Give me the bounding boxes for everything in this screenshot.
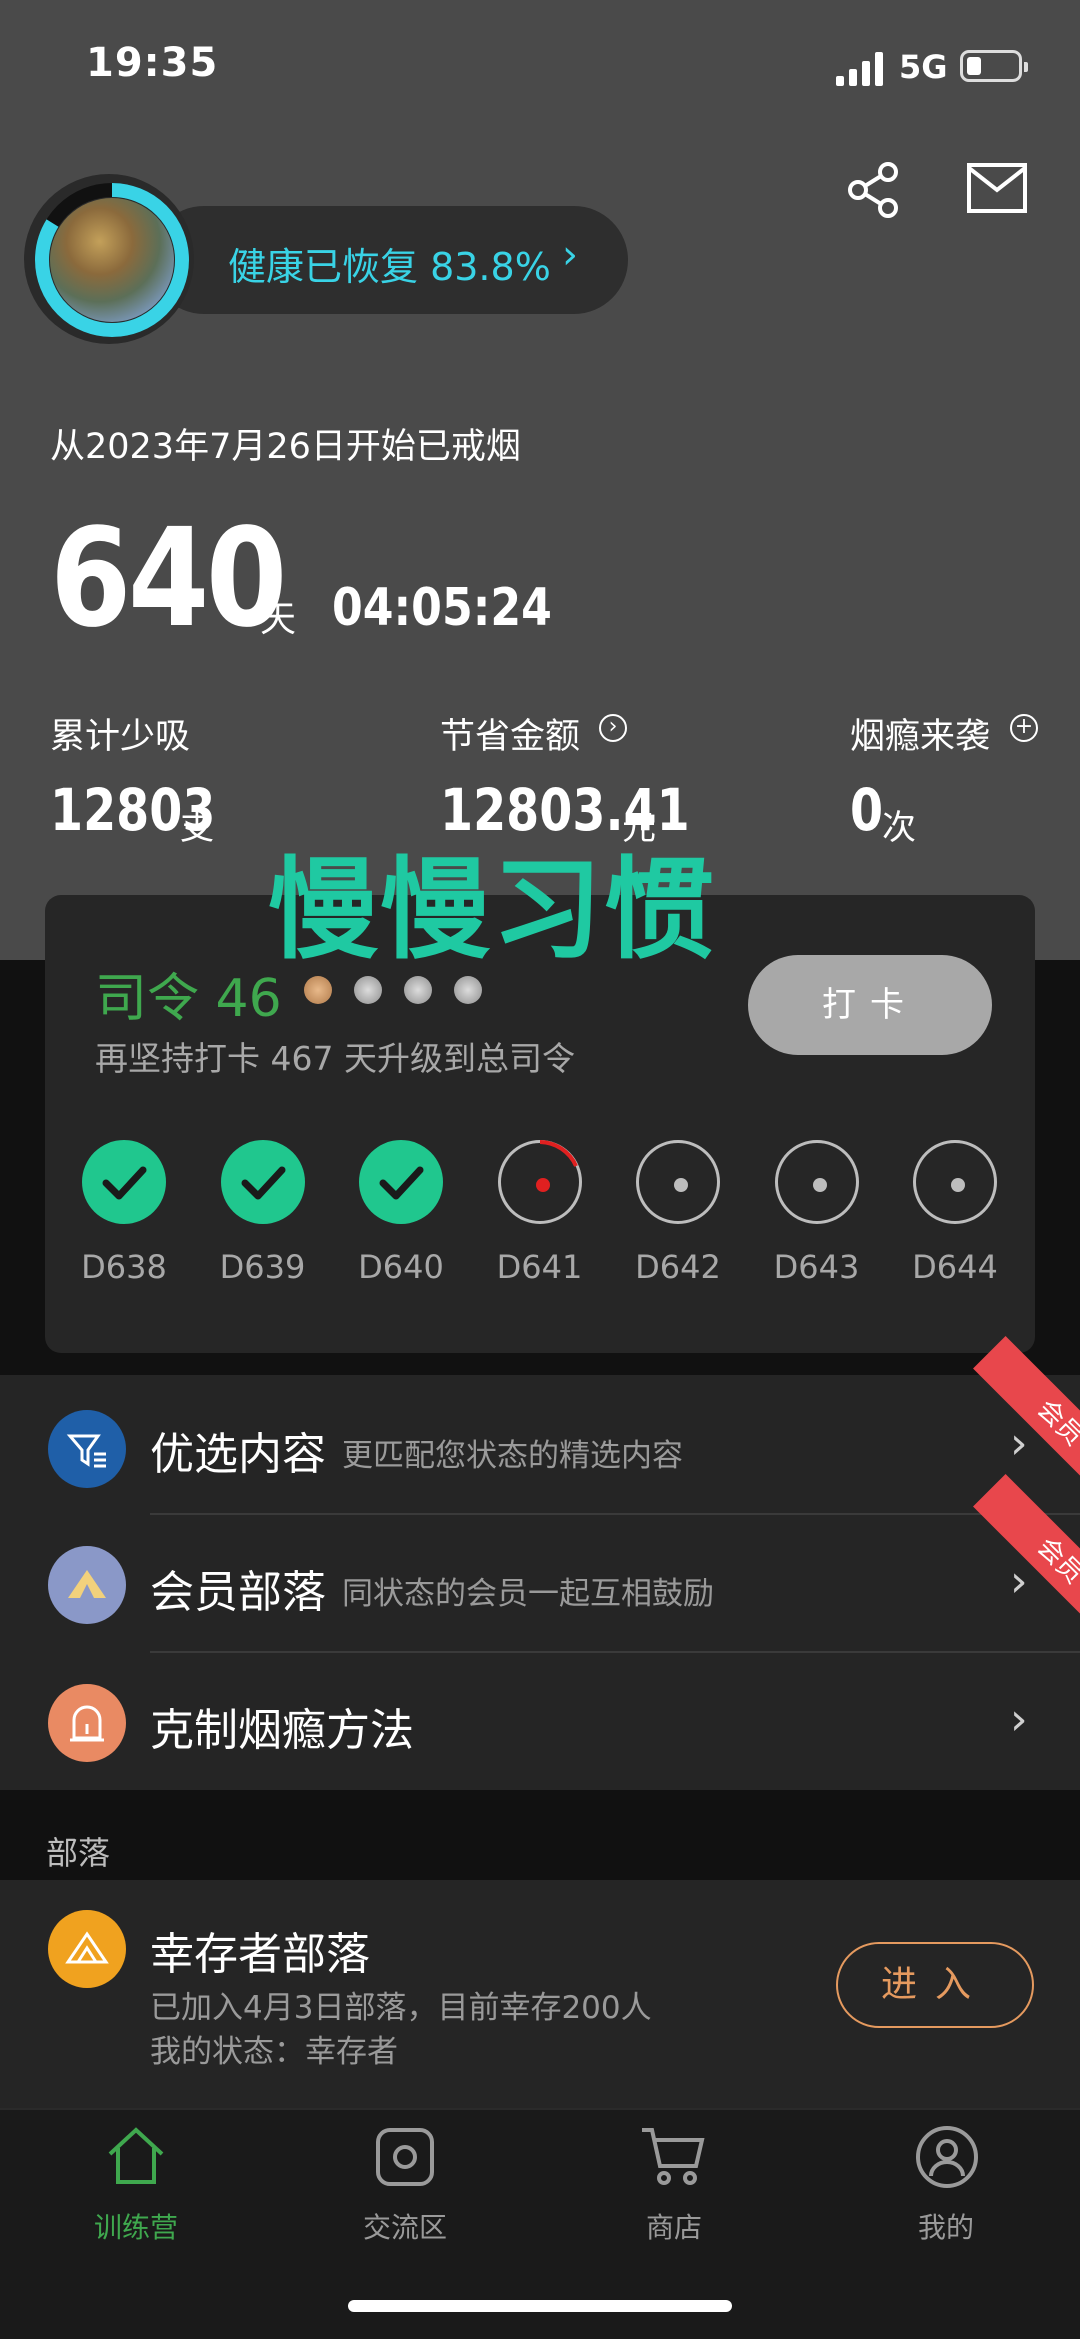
checkin-day-current: [497, 1140, 582, 1224]
bronze-medal-icon: [304, 976, 332, 1004]
tab-label[interactable]: 训练营: [56, 2206, 216, 2246]
checkin-day-label: D641: [496, 1248, 583, 1286]
stat-label[interactable]: 节省金额: [440, 708, 580, 759]
checkin-day-done: [82, 1140, 166, 1224]
tab-label[interactable]: 我的: [866, 2206, 1026, 2246]
rank-title: 司令 46: [95, 969, 282, 1029]
mail-icon[interactable]: [966, 162, 1028, 214]
overlay-caption: 慢慢习惯: [268, 846, 716, 974]
menu-item-title[interactable]: 克制烟瘾方法: [150, 1694, 414, 1758]
checkin-day-label: D640: [358, 1248, 444, 1286]
checkin-day-label: D638: [81, 1248, 167, 1286]
chevron-right-icon[interactable]: ›: [1010, 1418, 1028, 1469]
stat-value: 0: [850, 776, 884, 844]
quit-days-count: 640: [50, 500, 287, 658]
signal-icon: [836, 52, 883, 86]
checkin-day-label: D639: [219, 1248, 306, 1286]
menu-item-title[interactable]: 会员部落: [150, 1556, 326, 1620]
menu-item-title[interactable]: 优选内容: [150, 1418, 326, 1482]
divider: [150, 1513, 1080, 1515]
checkin-day-label: D644: [912, 1248, 998, 1286]
checkin-button[interactable]: 打卡: [748, 955, 992, 1055]
tab-label[interactable]: 商店: [594, 2206, 754, 2246]
checkin-day-todo: [774, 1140, 859, 1224]
quit-since-text: 从2023年7月26日开始已戒烟: [50, 427, 521, 467]
enter-tribe-button[interactable]: 进入: [836, 1942, 1034, 2028]
home-indicator: [348, 2300, 732, 2312]
checkin-day-todo: [636, 1140, 720, 1224]
home-icon[interactable]: [104, 2124, 168, 2188]
alarm-light-icon: [48, 1684, 126, 1762]
checkin-day-done: [220, 1140, 305, 1224]
arrow-right-circle-icon[interactable]: ›: [599, 714, 627, 742]
checkin-day-done: [359, 1140, 443, 1224]
checkin-day-todo: [913, 1140, 997, 1224]
silver-medal-icon: [354, 976, 382, 1004]
network-type: 5G: [899, 48, 948, 86]
rank-upgrade-text: 再坚持打卡 467 天升级到总司令: [95, 1039, 575, 1078]
filter-list-icon: [48, 1410, 126, 1488]
tribe-status: 我的状态：幸存者: [150, 2034, 398, 2070]
tab-label[interactable]: 交流区: [325, 2206, 485, 2246]
silver-medal-icon: [454, 976, 482, 1004]
stat-unit: 支: [180, 808, 214, 848]
chevron-right-icon[interactable]: ›: [1010, 1694, 1028, 1745]
chevron-right-icon[interactable]: ›: [562, 232, 578, 278]
cart-icon[interactable]: [640, 2124, 706, 2188]
silver-medal-icon: [404, 976, 432, 1004]
user-circle-icon[interactable]: [914, 2124, 980, 2190]
status-time: 19:35: [86, 40, 219, 86]
stat-label: 累计少吸: [50, 717, 191, 757]
divider: [150, 1651, 1080, 1653]
quit-time-counter: 04:05:24: [332, 578, 552, 638]
menu-item-subtitle: 同状态的会员一起互相鼓励: [342, 1576, 714, 1612]
avatar[interactable]: [50, 198, 174, 322]
camera-square-icon[interactable]: [374, 2126, 436, 2188]
stat-unit: 次: [882, 808, 916, 848]
tribe-title: 幸存者部落: [150, 1929, 370, 1980]
days-unit: 天: [260, 599, 297, 640]
tent-icon: [48, 1546, 126, 1624]
checkin-day-label: D642: [635, 1248, 721, 1286]
stat-label[interactable]: 烟瘾来袭: [850, 708, 990, 759]
chevron-right-icon[interactable]: ›: [1010, 1556, 1028, 1607]
tribe-icon: [48, 1910, 126, 1988]
battery-icon: [960, 50, 1028, 82]
menu-item-subtitle: 更匹配您状态的精选内容: [342, 1438, 683, 1474]
section-label: 部落: [46, 1834, 111, 1872]
share-icon[interactable]: [842, 158, 906, 222]
checkin-day-label: D643: [773, 1248, 860, 1286]
plus-circle-icon[interactable]: +: [1010, 714, 1038, 742]
health-recovery-text[interactable]: 健康已恢复 83.8%: [228, 236, 551, 291]
tribe-info: 已加入4月3日部落，目前幸存200人: [150, 1990, 652, 2026]
